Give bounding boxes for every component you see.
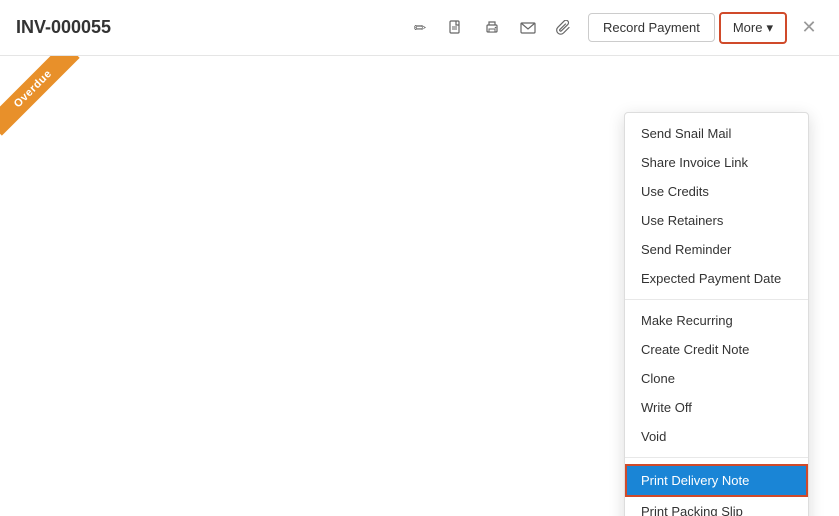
menu-item-print-delivery-note[interactable]: Print Delivery Note (625, 464, 808, 497)
invoice-panel: INV-000055 ✏ (0, 0, 839, 516)
more-dropdown-menu: Send Snail Mail Share Invoice Link Use C… (624, 112, 809, 516)
close-button[interactable]: ✕ (795, 14, 823, 42)
more-label: More (733, 20, 763, 35)
record-payment-button[interactable]: Record Payment (588, 13, 715, 42)
menu-group-3: Print Delivery Note Print Packing Slip (625, 464, 808, 516)
menu-item-send-snail-mail[interactable]: Send Snail Mail (625, 119, 808, 148)
menu-item-print-packing-slip[interactable]: Print Packing Slip (625, 497, 808, 516)
content-area: Overdue Send Snail Mail Share Invoice Li… (0, 56, 839, 516)
menu-item-make-recurring[interactable]: Make Recurring (625, 306, 808, 335)
print-button[interactable] (476, 12, 508, 44)
menu-group-1: Send Snail Mail Share Invoice Link Use C… (625, 119, 808, 293)
menu-item-void[interactable]: Void (625, 422, 808, 451)
menu-item-use-retainers[interactable]: Use Retainers (625, 206, 808, 235)
menu-item-share-invoice-link[interactable]: Share Invoice Link (625, 148, 808, 177)
overdue-ribbon: Overdue (0, 56, 80, 136)
email-button[interactable] (512, 12, 544, 44)
menu-item-use-credits[interactable]: Use Credits (625, 177, 808, 206)
more-arrow-icon: ▾ (766, 20, 773, 36)
menu-item-write-off[interactable]: Write Off (625, 393, 808, 422)
edit-button[interactable]: ✏ (404, 12, 436, 44)
attachment-button[interactable] (548, 12, 580, 44)
menu-item-send-reminder[interactable]: Send Reminder (625, 235, 808, 264)
header: INV-000055 ✏ (0, 0, 839, 56)
ribbon-wrap: Overdue (0, 56, 100, 156)
menu-item-expected-payment-date[interactable]: Expected Payment Date (625, 264, 808, 293)
menu-item-clone[interactable]: Clone (625, 364, 808, 393)
toolbar-icons: ✏ (404, 12, 580, 44)
menu-item-create-credit-note[interactable]: Create Credit Note (625, 335, 808, 364)
invoice-title: INV-000055 (16, 17, 404, 38)
menu-divider-2 (625, 457, 808, 458)
menu-group-2: Make Recurring Create Credit Note Clone … (625, 306, 808, 451)
menu-divider-1 (625, 299, 808, 300)
more-button[interactable]: More ▾ (719, 12, 787, 44)
pdf-button[interactable] (440, 12, 472, 44)
